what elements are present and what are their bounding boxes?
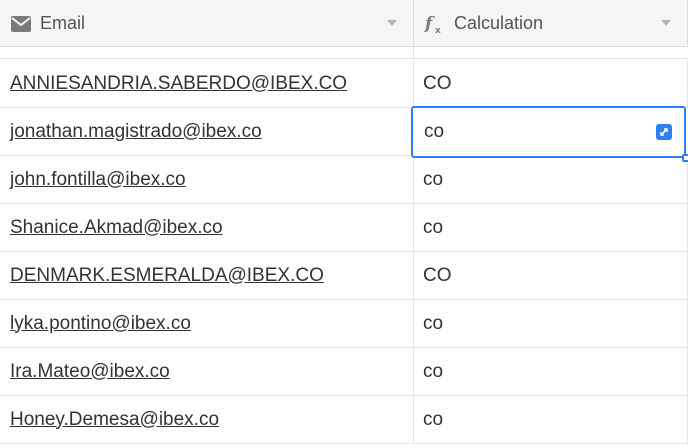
email-cell[interactable]: Shanice.Akmad@ibex.co	[0, 204, 414, 251]
grid-spacer	[0, 47, 688, 59]
svg-text:x: x	[435, 26, 441, 35]
email-cell[interactable]: jonathan.magistrado@ibex.co	[0, 108, 414, 155]
column-header-email[interactable]: Email	[0, 0, 414, 47]
calculation-cell[interactable]: co	[414, 396, 688, 443]
email-cell[interactable]: john.fontilla@ibex.co	[0, 156, 414, 203]
table-row[interactable]: ANNIESANDRIA.SABERDO@IBEX.CO CO	[0, 60, 688, 108]
calculation-cell[interactable]: co	[414, 156, 688, 203]
email-cell[interactable]: DENMARK.ESMERALDA@IBEX.CO	[0, 252, 414, 299]
envelope-icon	[10, 13, 32, 35]
data-grid: Email f x Calculation ANNIESANDRIA.SABER…	[0, 0, 688, 448]
table-row[interactable]: Honey.Demesa@ibex.co co	[0, 396, 688, 444]
table-row[interactable]: DENMARK.ESMERALDA@IBEX.CO CO	[0, 252, 688, 300]
email-link[interactable]: jonathan.magistrado@ibex.co	[10, 121, 262, 143]
calculation-cell-selected[interactable]: co	[411, 106, 688, 162]
calculation-value: co	[424, 121, 445, 142]
email-cell[interactable]: Ira.Mateo@ibex.co	[0, 348, 414, 395]
email-cell[interactable]: Honey.Demesa@ibex.co	[0, 396, 414, 443]
email-link[interactable]: Shanice.Akmad@ibex.co	[10, 217, 223, 239]
table-row[interactable]: john.fontilla@ibex.co co	[0, 156, 688, 204]
fill-handle[interactable]	[682, 154, 688, 162]
svg-text:f: f	[424, 14, 435, 34]
email-link[interactable]: ANNIESANDRIA.SABERDO@IBEX.CO	[10, 73, 347, 95]
table-row[interactable]: Shanice.Akmad@ibex.co co	[0, 204, 688, 252]
column-header-calculation-label: Calculation	[454, 13, 544, 33]
column-header-calculation[interactable]: f x Calculation	[414, 0, 688, 47]
table-row[interactable]: jonathan.magistrado@ibex.co co	[0, 106, 688, 162]
calculation-cell[interactable]: co	[414, 204, 688, 251]
expand-record-button[interactable]	[656, 124, 672, 140]
table-row[interactable]: Ira.Mateo@ibex.co co	[0, 348, 688, 396]
email-link[interactable]: DENMARK.ESMERALDA@IBEX.CO	[10, 265, 324, 287]
calculation-cell[interactable]: CO	[414, 60, 688, 107]
calculation-cell[interactable]: CO	[414, 252, 688, 299]
chevron-down-icon[interactable]	[661, 20, 671, 26]
email-cell[interactable]: ANNIESANDRIA.SABERDO@IBEX.CO	[0, 60, 414, 107]
email-link[interactable]: john.fontilla@ibex.co	[10, 169, 186, 191]
calculation-cell[interactable]: co	[414, 348, 688, 395]
table-row[interactable]: lyka.pontino@ibex.co co	[0, 300, 688, 348]
email-link[interactable]: Honey.Demesa@ibex.co	[10, 409, 219, 431]
expand-icon	[660, 128, 668, 136]
email-link[interactable]: Ira.Mateo@ibex.co	[10, 361, 170, 383]
calculation-cell[interactable]: co	[414, 300, 688, 347]
chevron-down-icon[interactable]	[387, 20, 397, 26]
email-cell[interactable]: lyka.pontino@ibex.co	[0, 300, 414, 347]
formula-icon: f x	[424, 13, 446, 35]
column-divider	[413, 47, 414, 59]
grid-header: Email f x Calculation	[0, 0, 688, 47]
email-link[interactable]: lyka.pontino@ibex.co	[10, 313, 191, 335]
column-header-email-label: Email	[40, 13, 86, 33]
